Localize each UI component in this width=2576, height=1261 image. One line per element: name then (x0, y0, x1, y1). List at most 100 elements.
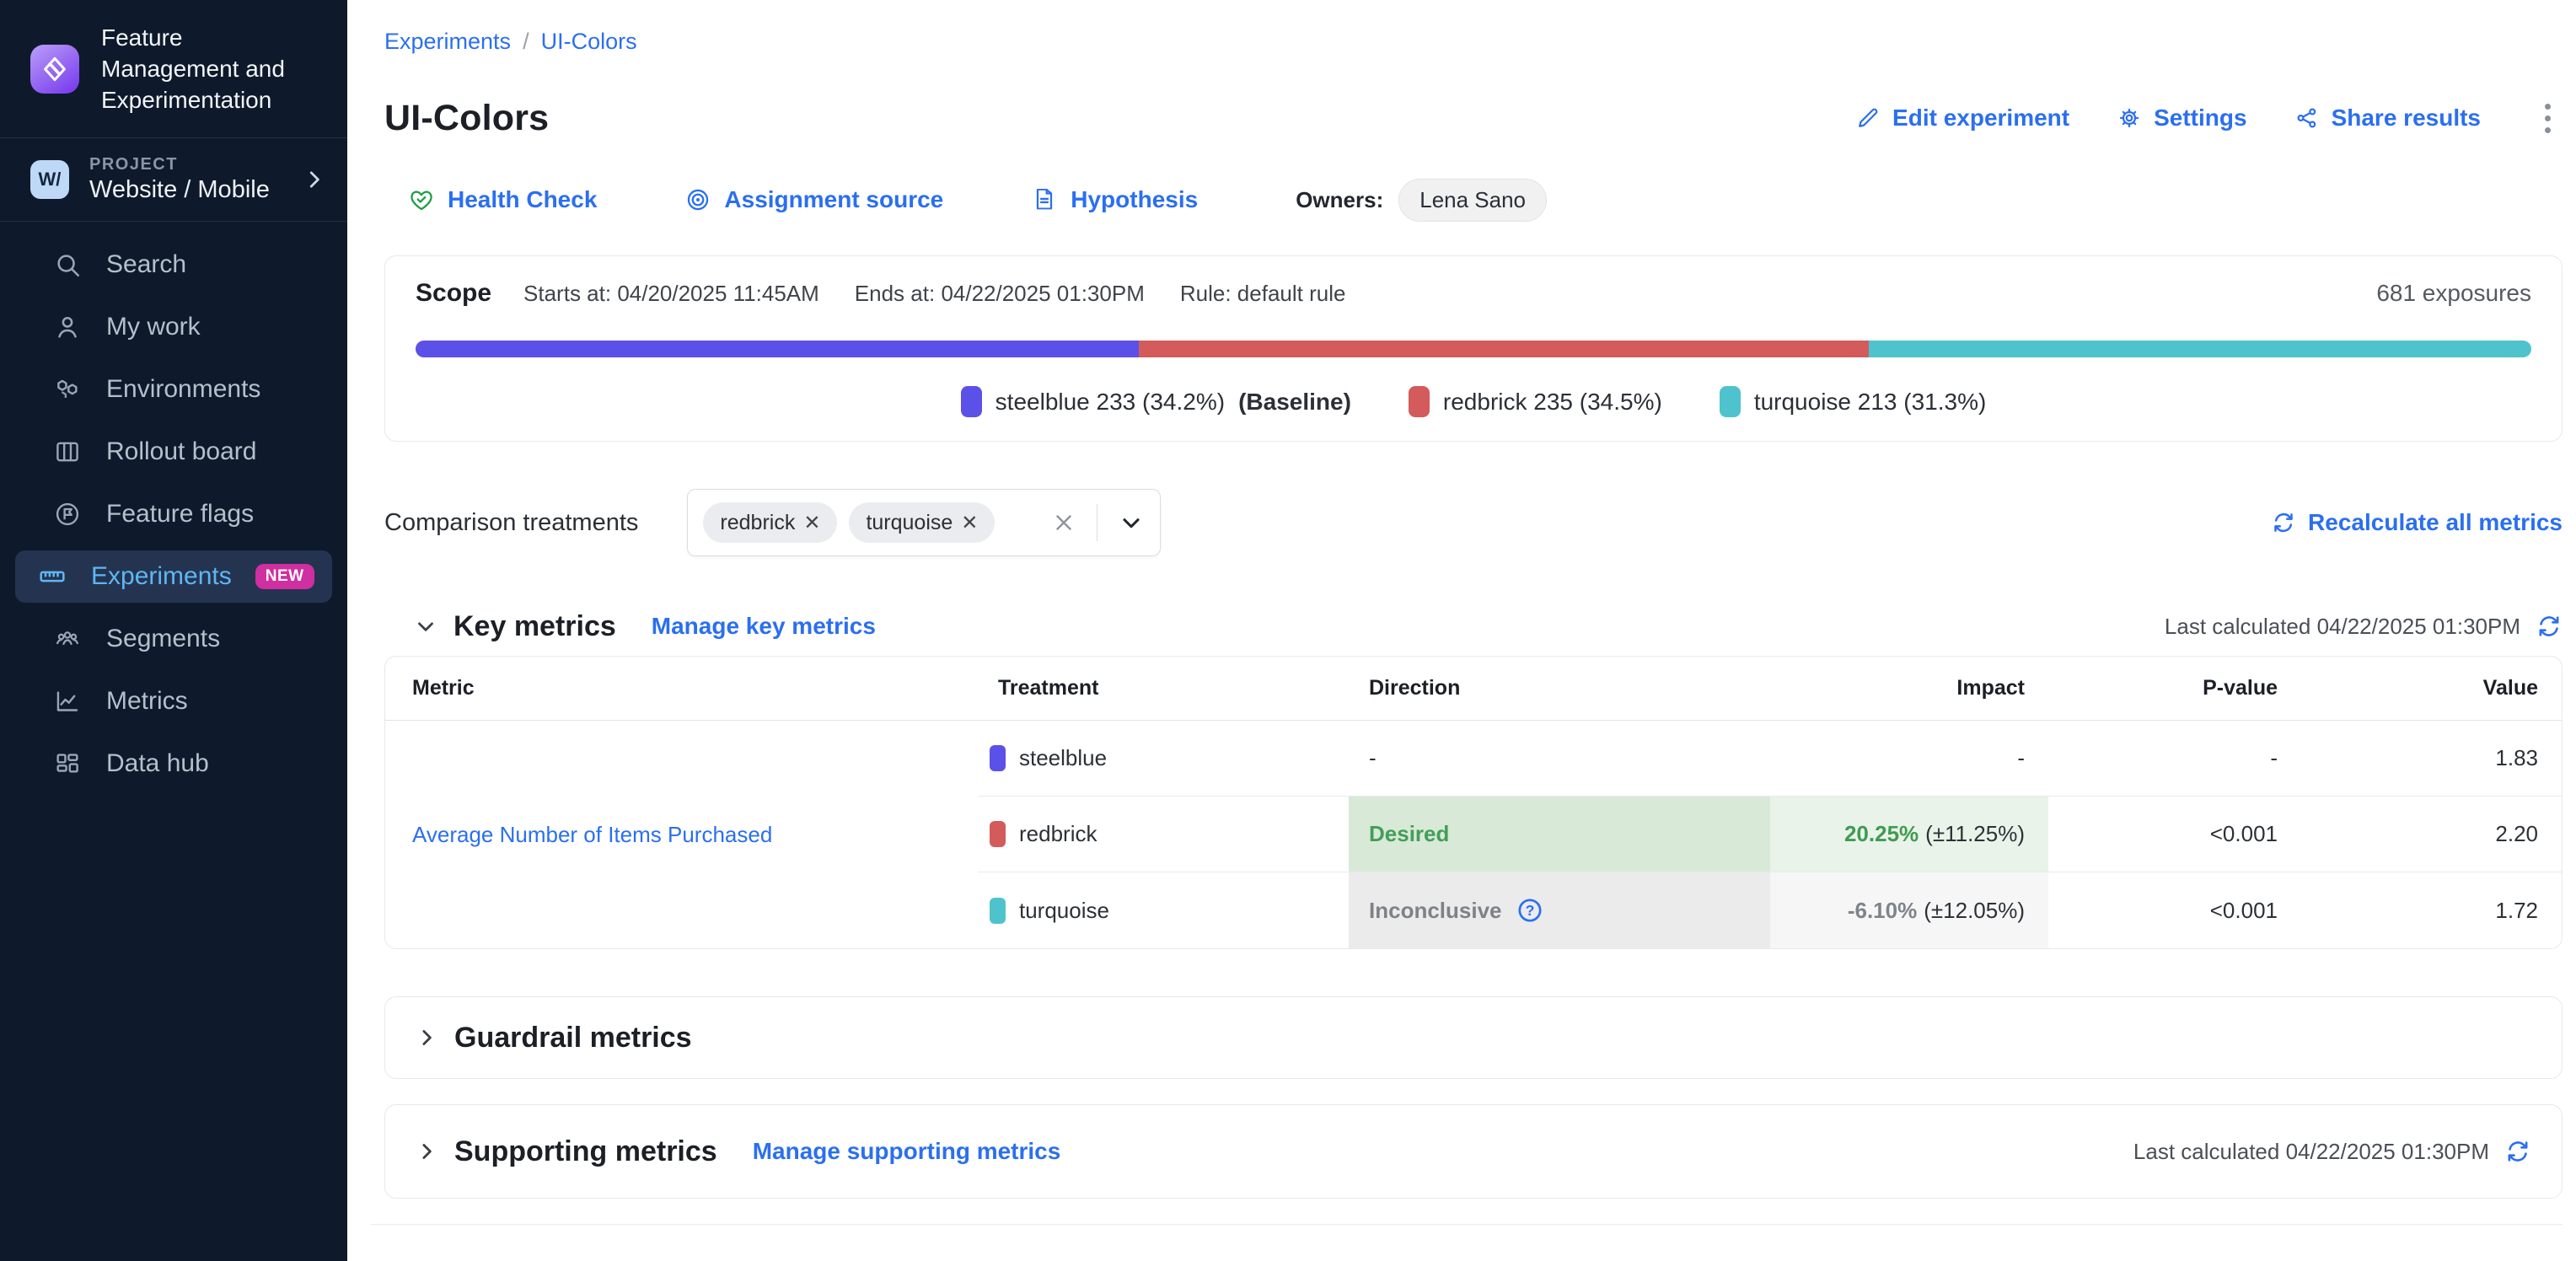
sidebar-item-my-work[interactable]: My work (15, 296, 332, 358)
sidebar-item-feature-flags[interactable]: Feature flags (15, 483, 332, 545)
p-value-cell: - (2048, 721, 2301, 796)
chevron-down-icon[interactable] (1118, 509, 1145, 536)
supporting-metrics-last-calculated: Last calculated 04/22/2025 01:30PM (2133, 1138, 2531, 1165)
header-actions: Edit experiment Settings Share results (1855, 99, 2563, 138)
turquoise-swatch (990, 898, 1006, 924)
steelblue-swatch (990, 745, 1006, 771)
chip-redbrick[interactable]: redbrick ✕ (703, 502, 837, 543)
p-value: <0.001 (2210, 821, 2278, 847)
search-icon (52, 250, 83, 280)
sidebar-item-data-hub[interactable]: Data hub (15, 732, 332, 795)
clear-all-icon[interactable] (1051, 510, 1076, 535)
comparison-treatments-select[interactable]: redbrick ✕ turquoise ✕ (687, 489, 1161, 556)
sidebar-item-label: Segments (106, 625, 220, 653)
owners: Owners: Lena Sano (1296, 179, 1547, 222)
bar-segment-turquoise (1869, 341, 2531, 357)
edit-experiment-button[interactable]: Edit experiment (1855, 105, 2069, 131)
chip-label: turquoise (866, 511, 953, 535)
manage-key-metrics-link[interactable]: Manage key metrics (652, 613, 876, 640)
share-results-button[interactable]: Share results (2294, 105, 2481, 131)
direction-value: Inconclusive (1369, 898, 1502, 924)
value-cell: 2.20 (2301, 797, 2562, 872)
sidebar-item-label: Experiments (91, 562, 232, 591)
impact-cell: -6.10% (±12.05%) (1770, 872, 2048, 948)
chevron-right-icon[interactable] (414, 1139, 439, 1164)
app: Feature Management and Experimentation W… (0, 0, 2576, 1261)
remove-chip-icon[interactable]: ✕ (803, 511, 820, 535)
key-metrics-head: Key metrics Manage key metrics Last calc… (384, 605, 2563, 647)
legend-item-redbrick: redbrick 235 (34.5%) (1409, 386, 1662, 417)
redbrick-swatch (990, 821, 1006, 847)
treatment-name: redbrick (1019, 821, 1097, 847)
treatment-name: steelblue (1019, 745, 1107, 771)
legend-item-turquoise: turquoise 213 (31.3%) (1720, 386, 1987, 417)
document-icon (1031, 186, 1058, 213)
sidebar-item-search[interactable]: Search (15, 233, 332, 296)
refresh-icon[interactable] (2536, 613, 2563, 640)
guardrail-metrics-title: Guardrail metrics (454, 1022, 692, 1054)
sidebar-item-environments[interactable]: Environments (15, 358, 332, 421)
hypothesis-link[interactable]: Hypothesis (1031, 186, 1198, 213)
treatment-name: turquoise (1019, 898, 1109, 924)
remove-chip-icon[interactable]: ✕ (961, 511, 978, 535)
brand: Feature Management and Experimentation (0, 0, 347, 138)
recalculate-all-metrics-button[interactable]: Recalculate all metrics (2271, 509, 2563, 536)
table-row-redbrick: redbrick Desired 20.25% (±11.25%) <0.001… (978, 797, 2562, 872)
comparison-row: Comparison treatments redbrick ✕ turquoi… (384, 487, 2563, 558)
more-options-button[interactable] (2533, 99, 2563, 138)
chevron-down-icon[interactable] (413, 614, 438, 639)
breadcrumb: Experiments / UI-Colors (384, 0, 2563, 55)
last-calculated-label: Last calculated 04/22/2025 01:30PM (2165, 614, 2520, 640)
direction-cell: Desired (1349, 797, 1770, 872)
question-circle-icon[interactable]: ? (1516, 896, 1544, 925)
bottom-divider (371, 1224, 2563, 1225)
legend-label: turquoise 213 (31.3%) (1754, 389, 1987, 416)
sidebar-item-metrics[interactable]: Metrics (15, 670, 332, 732)
scope-title: Scope (416, 279, 491, 308)
guardrail-metrics-section: Guardrail metrics (384, 996, 2563, 1079)
key-metrics-title: Key metrics (453, 610, 616, 643)
table-body: Average Number of Items Purchased steelb… (385, 721, 2562, 948)
gear-icon (2117, 105, 2142, 131)
impact-value: - (2017, 745, 2025, 771)
sidebar-item-segments[interactable]: Segments (15, 608, 332, 670)
owners-label: Owners: (1296, 187, 1383, 213)
treatment-distribution-bar (416, 341, 2531, 357)
ruler-icon (37, 561, 67, 592)
settings-button[interactable]: Settings (2117, 105, 2246, 131)
column-direction: Direction (1349, 676, 1770, 700)
sidebar-item-experiments[interactable]: Experiments NEW (15, 550, 332, 603)
recalculate-label: Recalculate all metrics (2308, 509, 2563, 536)
metric-link[interactable]: Average Number of Items Purchased (412, 822, 772, 848)
supporting-metrics-section: Supporting metrics Manage supporting met… (384, 1104, 2563, 1199)
project-name: Website / Mobile (89, 176, 282, 204)
chip-turquoise[interactable]: turquoise ✕ (849, 502, 995, 543)
exposures-count: 681 exposures (2376, 280, 2531, 307)
line-chart-icon (52, 686, 83, 716)
direction-value: - (1369, 745, 1377, 771)
breadcrumb-experiments[interactable]: Experiments (384, 29, 511, 55)
scope-starts: Starts at: 04/20/2025 11:45AM (523, 281, 819, 307)
health-check-link[interactable]: Health Check (408, 186, 597, 213)
breadcrumb-current[interactable]: UI-Colors (541, 29, 637, 55)
column-value: Value (2301, 676, 2562, 700)
sidebar-item-label: Rollout board (106, 437, 256, 466)
project-label: PROJECT (89, 155, 282, 174)
refresh-icon[interactable] (2504, 1138, 2531, 1165)
legend-label: steelblue 233 (34.2%) (996, 389, 1225, 416)
direction-cell: Inconclusive ? (1349, 872, 1770, 948)
sidebar-item-rollout-board[interactable]: Rollout board (15, 421, 332, 483)
chevron-right-icon[interactable] (414, 1025, 439, 1050)
hypothesis-label: Hypothesis (1071, 186, 1198, 213)
edit-experiment-label: Edit experiment (1892, 105, 2069, 131)
last-calculated-label: Last calculated 04/22/2025 01:30PM (2133, 1139, 2489, 1165)
bar-segment-steelblue (416, 341, 1139, 357)
legend-label: redbrick 235 (34.5%) (1443, 389, 1662, 416)
manage-supporting-metrics-link[interactable]: Manage supporting metrics (753, 1138, 1061, 1165)
baseline-label: (Baseline) (1238, 389, 1351, 416)
impact-value: 20.25% (1844, 821, 1919, 847)
assignment-source-link[interactable]: Assignment source (684, 186, 943, 213)
project-switcher[interactable]: W/ PROJECT Website / Mobile (0, 138, 347, 222)
owner-pill[interactable]: Lena Sano (1398, 179, 1547, 222)
impact-cell: - (1770, 721, 2048, 796)
